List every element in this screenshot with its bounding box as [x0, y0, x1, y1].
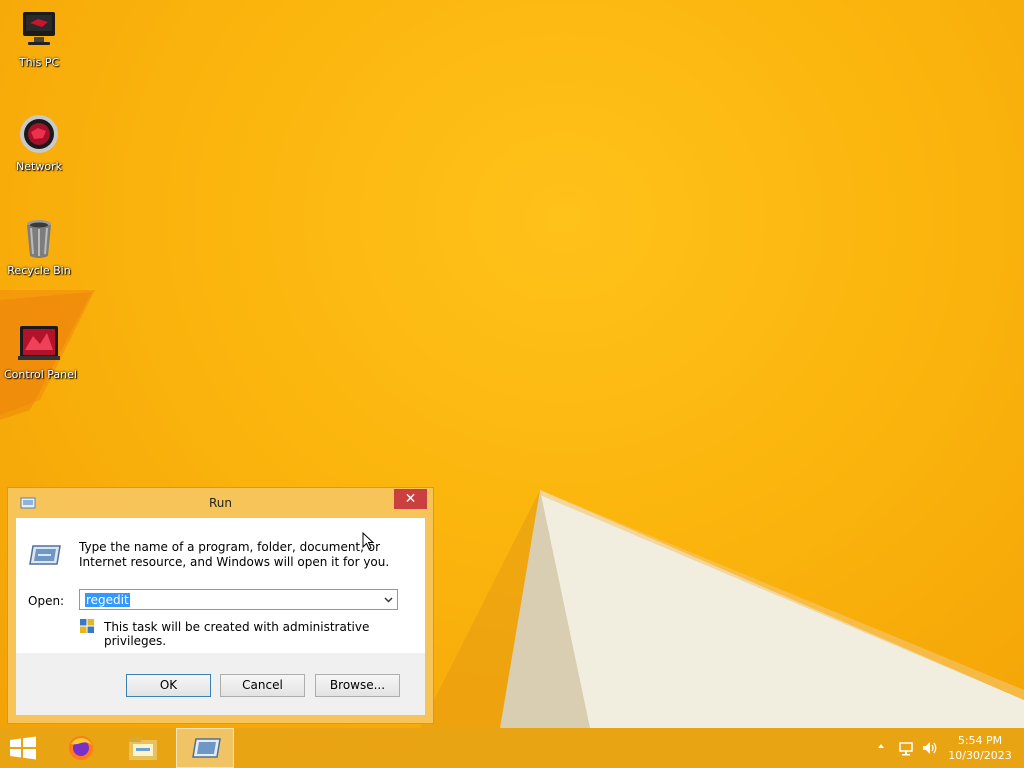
file-explorer-icon	[129, 737, 157, 760]
open-label: Open:	[28, 594, 65, 608]
firefox-icon	[69, 736, 93, 760]
clock-date: 10/30/2023	[948, 749, 1012, 762]
admin-privileges-note: This task will be created with administr…	[104, 620, 370, 648]
clock-time: 5:54 PM	[957, 734, 1003, 747]
taskbar-firefox[interactable]	[52, 728, 110, 768]
recycle-bin-icon	[27, 220, 51, 258]
taskbar-run[interactable]	[176, 728, 234, 768]
desktop-icon-recycle-bin[interactable]: Recycle Bin	[4, 216, 74, 277]
taskbar-clock[interactable]: 5:54 PM 10/30/2023	[944, 733, 1016, 763]
desktop-icon-control-panel[interactable]: Control Panel	[4, 320, 77, 381]
desktop-icon-label: Network	[16, 160, 62, 173]
this-pc-icon	[23, 12, 55, 45]
volume-icon[interactable]	[921, 740, 939, 756]
run-dialog-title: Run	[208, 496, 232, 510]
open-input[interactable]: regedit	[85, 593, 130, 607]
desktop-icon-this-pc[interactable]: This PC	[4, 8, 74, 69]
ok-button[interactable]: OK	[126, 674, 211, 697]
run-icon	[192, 738, 221, 758]
mouse-cursor-icon	[362, 532, 374, 550]
desktop-icon-label: This PC	[18, 56, 60, 69]
chevron-down-icon[interactable]	[383, 594, 394, 605]
run-description: Type the name of a program, folder, docu…	[79, 540, 390, 569]
desktop-icon-label: Control Panel	[4, 368, 77, 381]
desktop-icon-network[interactable]: Network	[4, 112, 74, 173]
windows-start-icon[interactable]	[8, 736, 38, 760]
open-combobox[interactable]: regedit	[79, 589, 398, 610]
close-button[interactable]: ✕	[394, 489, 427, 509]
run-dialog[interactable]: Run ✕ Type the name of a program, folder…	[7, 487, 434, 724]
network-icon	[20, 115, 58, 153]
desktop-icon-label: Recycle Bin	[7, 264, 71, 277]
network-tray-icon[interactable]	[898, 740, 914, 756]
run-titlebar[interactable]: Run ✕	[8, 488, 433, 516]
taskbar: 5:54 PM 10/30/2023	[0, 728, 1024, 768]
control-panel-icon	[18, 326, 60, 360]
cancel-button[interactable]: Cancel	[220, 674, 305, 697]
shield-icon	[80, 619, 94, 633]
chevron-up-icon[interactable]	[876, 741, 886, 751]
taskbar-file-explorer[interactable]	[113, 728, 171, 768]
close-icon: ✕	[404, 491, 417, 507]
browse-button[interactable]: Browse...	[315, 674, 400, 697]
run-program-icon	[29, 545, 61, 565]
